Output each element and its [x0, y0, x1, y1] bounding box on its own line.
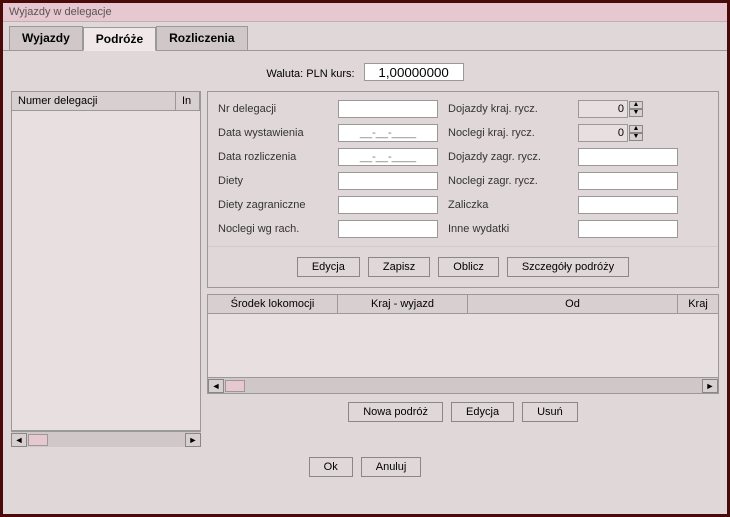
- new-travel-button[interactable]: Nowa podróż: [348, 402, 443, 422]
- lbl-zaliczka: Zaliczka: [448, 199, 568, 211]
- lbl-noclegi-zagr: Noclegi zagr. rycz.: [448, 175, 568, 187]
- input-diety-zagr[interactable]: [338, 196, 438, 214]
- details-button[interactable]: Szczegóły podróży: [507, 257, 629, 277]
- ok-button[interactable]: Ok: [309, 457, 353, 477]
- delegation-list-body[interactable]: [12, 111, 200, 430]
- input-dojazdy-kraj[interactable]: [578, 100, 628, 118]
- lbl-dojazdy-zagr: Dojazdy zagr. rycz.: [448, 151, 568, 163]
- edit-button[interactable]: Edycja: [297, 257, 360, 277]
- delete-button[interactable]: Usuń: [522, 402, 578, 422]
- scroll-left-icon[interactable]: ◄: [11, 433, 27, 447]
- currency-row: Waluta: PLN kurs:: [11, 63, 719, 81]
- cancel-button[interactable]: Anuluj: [361, 457, 422, 477]
- delegations-window: Wyjazdy w delegacje Wyjazdy Podróże Rozl…: [3, 3, 727, 514]
- input-noclegi-kraj[interactable]: [578, 124, 628, 142]
- input-zaliczka[interactable]: [578, 196, 678, 214]
- travel-grid: Środek lokomocji Kraj - wyjazd Od Kraj ◄…: [207, 294, 719, 394]
- input-diety[interactable]: [338, 172, 438, 190]
- tab-rozliczenia[interactable]: Rozliczenia: [156, 26, 247, 50]
- scroll-thumb[interactable]: [225, 380, 245, 392]
- lbl-noclegi-kraj: Noclegi kraj. rycz.: [448, 127, 568, 139]
- col-od[interactable]: Od: [468, 295, 678, 313]
- lbl-dojazdy-kraj: Dojazdy kraj. rycz.: [448, 103, 568, 115]
- col-kraj-wyjazd[interactable]: Kraj - wyjazd: [338, 295, 468, 313]
- scroll-right-icon[interactable]: ►: [185, 433, 201, 447]
- travel-hscroll[interactable]: ◄ ►: [208, 377, 718, 393]
- input-noclegi-rach[interactable]: [338, 220, 438, 238]
- col-kraj[interactable]: Kraj: [678, 295, 718, 313]
- lbl-data-rozl: Data rozliczenia: [218, 151, 328, 163]
- lbl-noclegi-rach: Noclegi wg rach.: [218, 223, 328, 235]
- lbl-data-wyst: Data wystawienia: [218, 127, 328, 139]
- form-panel: Nr delegacji Dojazdy kraj. rycz. ▲▼ Data…: [207, 91, 719, 288]
- lbl-diety: Diety: [218, 175, 328, 187]
- col-numer-delegacji[interactable]: Numer delegacji: [12, 92, 176, 110]
- delegation-list: Numer delegacji In: [11, 91, 201, 431]
- travel-grid-body[interactable]: [208, 314, 718, 377]
- spin-up-icon[interactable]: ▲: [629, 101, 643, 109]
- lbl-nr-delegacji: Nr delegacji: [218, 103, 328, 115]
- left-hscroll[interactable]: ◄ ►: [11, 431, 201, 447]
- input-data-rozl[interactable]: [338, 148, 438, 166]
- spin-up-icon[interactable]: ▲: [629, 125, 643, 133]
- input-nr-delegacji[interactable]: [338, 100, 438, 118]
- input-noclegi-zagr[interactable]: [578, 172, 678, 190]
- currency-input[interactable]: [364, 63, 464, 81]
- window-title: Wyjazdy w delegacje: [3, 3, 727, 22]
- save-button[interactable]: Zapisz: [368, 257, 430, 277]
- scroll-left-icon[interactable]: ◄: [208, 379, 224, 393]
- spin-down-icon[interactable]: ▼: [629, 133, 643, 141]
- input-inne[interactable]: [578, 220, 678, 238]
- col-in[interactable]: In: [176, 92, 200, 110]
- tabs: Wyjazdy Podróże Rozliczenia: [3, 22, 727, 51]
- spin-down-icon[interactable]: ▼: [629, 109, 643, 117]
- scroll-right-icon[interactable]: ►: [702, 379, 718, 393]
- input-data-wyst[interactable]: [338, 124, 438, 142]
- tab-podroze[interactable]: Podróże: [83, 27, 156, 51]
- calc-button[interactable]: Oblicz: [438, 257, 499, 277]
- input-dojazdy-zagr[interactable]: [578, 148, 678, 166]
- scroll-thumb[interactable]: [28, 434, 48, 446]
- lbl-inne: Inne wydatki: [448, 223, 568, 235]
- edit-travel-button[interactable]: Edycja: [451, 402, 514, 422]
- lbl-diety-zagr: Diety zagraniczne: [218, 199, 328, 211]
- col-srodek[interactable]: Środek lokomocji: [208, 295, 338, 313]
- currency-label: Waluta: PLN kurs:: [266, 68, 354, 80]
- tab-wyjazdy[interactable]: Wyjazdy: [9, 26, 83, 50]
